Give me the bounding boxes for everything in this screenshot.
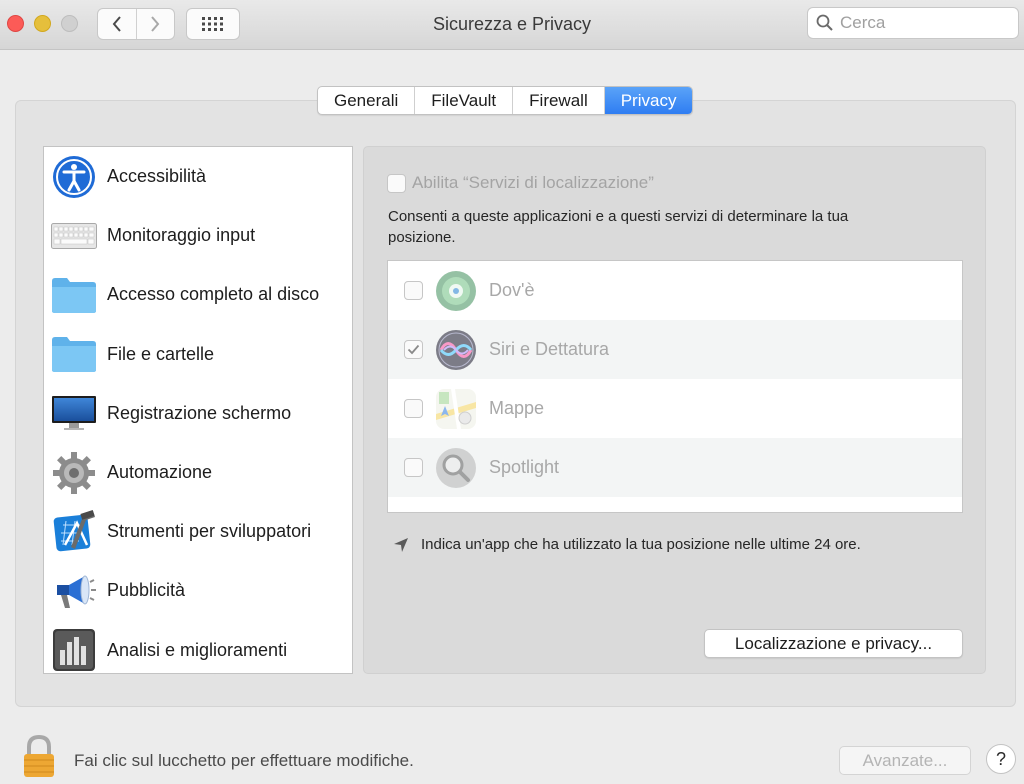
keyboard-icon (50, 212, 98, 260)
folder-icon (50, 330, 98, 378)
enable-location-services-checkbox[interactable]: Abilita “Servizi di localizzazione” (387, 173, 654, 193)
app-name: Mappe (489, 398, 545, 418)
accessibility-icon (50, 153, 98, 201)
app-checkbox[interactable] (404, 399, 423, 418)
maps-icon (435, 388, 477, 430)
sidebar-item-analisi-miglioramenti[interactable]: Analisi e miglioramenti (44, 621, 352, 680)
location-description: Consenti a queste applicazioni e a quest… (388, 208, 849, 246)
sidebar-item-registrazione-schermo[interactable]: Registrazione schermo (44, 384, 352, 443)
gear-icon (50, 449, 98, 497)
sidebar-item-strumenti-sviluppatori[interactable]: Strumenti per sviluppatori (44, 502, 352, 561)
app-checkbox[interactable] (404, 458, 423, 477)
sidebar-item-automazione[interactable]: Automazione (44, 443, 352, 502)
list-item-partial (388, 497, 962, 512)
tab-firewall[interactable]: Firewall (512, 87, 604, 114)
display-icon (50, 389, 98, 437)
sidebar-item-label: Monitoraggio input (107, 225, 256, 246)
sidebar-item-label: Strumenti per sviluppatori (107, 521, 312, 542)
sidebar-item-label: Accesso completo al disco (107, 284, 320, 305)
siri-icon (435, 329, 477, 371)
sidebar-item-label: Analisi e miglioramenti (107, 639, 288, 660)
list-item[interactable]: Spotlight (388, 438, 962, 497)
app-name: Siri e Dettatura (489, 339, 610, 359)
tab-filevault[interactable]: FileVault (414, 87, 512, 114)
search-field[interactable] (807, 7, 1019, 39)
tab-generali[interactable]: Generali (318, 87, 414, 114)
search-input[interactable] (840, 13, 1010, 33)
app-name: Dov'è (489, 280, 535, 300)
find-my-icon (435, 270, 477, 312)
bar-chart-icon (50, 626, 98, 674)
privacy-category-list[interactable]: Accessibilità Monitoraggio input Accesso… (43, 146, 353, 674)
help-button[interactable]: ? (986, 744, 1016, 774)
title-bar: Sicurezza e Privacy (0, 0, 1024, 50)
lock-icon[interactable] (22, 734, 56, 784)
location-app-list[interactable]: Dov'è Siri e Dettatura Mappe Spotlight (387, 260, 963, 513)
sidebar-item-label: Automazione (107, 462, 213, 483)
list-item[interactable]: Dov'è (388, 261, 962, 320)
sidebar-item-file-cartelle[interactable]: File e cartelle (44, 325, 352, 384)
checkbox[interactable] (387, 173, 406, 193)
xcode-icon (50, 508, 98, 556)
sidebar-item-accessibilita[interactable]: Accessibilità (44, 147, 352, 206)
megaphone-icon (50, 567, 98, 615)
app-name: Spotlight (489, 457, 560, 477)
advanced-button[interactable]: Avanzate... (839, 746, 971, 775)
folder-icon (50, 271, 98, 319)
app-checkbox[interactable] (404, 281, 423, 300)
sidebar-item-label: Registrazione schermo (107, 402, 292, 423)
sidebar-item-accesso-completo-disco[interactable]: Accesso completo al disco (44, 265, 352, 324)
sidebar-item-pubblicita[interactable]: Pubblicità (44, 561, 352, 620)
tab-privacy[interactable]: Privacy (603, 87, 693, 114)
spotlight-icon (435, 447, 477, 489)
list-item[interactable]: Mappe (388, 379, 962, 438)
checkmark-icon (407, 344, 420, 355)
lock-hint: Fai clic sul lucchetto per effettuare mo… (74, 751, 414, 770)
sidebar-item-label: Pubblicità (107, 580, 186, 601)
sidebar-item-monitoraggio-input[interactable]: Monitoraggio input (44, 206, 352, 265)
list-item[interactable]: Siri e Dettatura (388, 320, 962, 379)
location-privacy-button[interactable]: Localizzazione e privacy... (704, 629, 963, 658)
location-arrow-icon (394, 537, 408, 552)
sidebar-item-label: File e cartelle (107, 343, 215, 364)
tab-bar: Generali FileVault Firewall Privacy (317, 86, 694, 115)
app-checkbox[interactable] (404, 340, 423, 359)
search-icon (816, 14, 833, 31)
sidebar-item-label: Accessibilità (107, 166, 207, 187)
recent-location-note: Indica un'app che ha utilizzato la tua p… (393, 536, 861, 553)
